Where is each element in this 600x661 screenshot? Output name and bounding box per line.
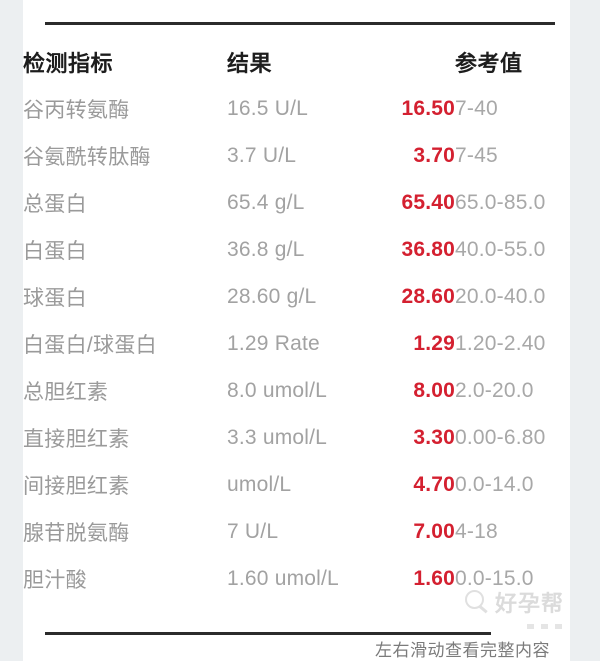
test-name-cell: 总胆红素 [23, 380, 109, 404]
reference-range-cell: 1.20-2.40 [455, 331, 546, 355]
column-header-spacer [383, 38, 455, 85]
reference-range-cell: 20.0-40.0 [455, 284, 546, 308]
test-result-cell: 3.7 U/L [227, 143, 297, 167]
test-value-cell: 3.70 [413, 143, 455, 167]
table-row: 胆汁酸 1.60 umol/L 1.60 0.0-15.0 [23, 555, 570, 602]
test-value-cell: 1.60 [413, 566, 455, 590]
table-row: 谷丙转氨酶 16.5 U/L 16.50 7-40 [23, 85, 570, 132]
swipe-hint-text: 左右滑动查看完整内容 [375, 641, 550, 660]
test-result-cell: 16.5 U/L [227, 96, 308, 120]
reference-range-cell: 4-18 [455, 519, 498, 543]
table-row: 谷氨酰转肽酶 3.7 U/L 3.70 7-45 [23, 132, 570, 179]
test-name-cell: 白蛋白/球蛋白 [23, 333, 157, 357]
reference-range-cell: 0.0-15.0 [455, 566, 534, 590]
table-row: 总蛋白 65.4 g/L 65.40 65.0-85.0 [23, 179, 570, 226]
reference-range-cell: 7-45 [455, 143, 498, 167]
table-header-row: 检测指标 结果 参考值 [23, 38, 570, 85]
column-header-indicator: 检测指标 [23, 50, 114, 76]
test-name-cell: 腺苷脱氨酶 [23, 521, 130, 545]
test-value-cell: 1.29 [413, 331, 455, 355]
reference-range-cell: 7-40 [455, 96, 498, 120]
test-result-cell: 1.60 umol/L [227, 566, 339, 590]
report-card: 检测指标 结果 参考值 谷丙转氨酶 16.5 U/L 16.50 7-40 谷氨酰转肽酶… [23, 0, 570, 661]
table-row: 白蛋白/球蛋白 1.29 Rate 1.29 1.20-2.40 [23, 320, 570, 367]
reference-range-cell: 0.0-14.0 [455, 472, 534, 496]
test-result-cell: 1.29 Rate [227, 331, 320, 355]
test-name-cell: 球蛋白 [23, 286, 87, 310]
test-result-cell: 36.8 g/L [227, 237, 305, 261]
test-name-cell: 间接胆红素 [23, 474, 130, 498]
test-name-cell: 胆汁酸 [23, 568, 87, 592]
test-value-cell: 8.00 [413, 378, 455, 402]
test-value-cell: 28.60 [401, 284, 455, 308]
table-body: 谷丙转氨酶 16.5 U/L 16.50 7-40 谷氨酰转肽酶 3.7 U/L 3.70 7… [23, 85, 570, 602]
screenshot-root: 检测指标 结果 参考值 谷丙转氨酶 16.5 U/L 16.50 7-40 谷氨酰转肽酶… [0, 0, 600, 661]
reference-range-cell: 65.0-85.0 [455, 190, 546, 214]
lab-results-table: 检测指标 结果 参考值 谷丙转氨酶 16.5 U/L 16.50 7-40 谷氨酰转肽酶… [23, 38, 570, 602]
test-value-cell: 3.30 [413, 425, 455, 449]
test-result-cell: 28.60 g/L [227, 284, 317, 308]
test-name-cell: 直接胆红素 [23, 427, 130, 451]
test-value-cell: 4.70 [413, 472, 455, 496]
table-bottom-rule [45, 632, 491, 635]
test-result-cell: 8.0 umol/L [227, 378, 328, 402]
reference-range-cell: 2.0-20.0 [455, 378, 534, 402]
table-row: 直接胆红素 3.3 umol/L 3.30 0.00-6.80 [23, 414, 570, 461]
table-header: 检测指标 结果 参考值 [23, 38, 570, 85]
table-row: 白蛋白 36.8 g/L 36.80 40.0-55.0 [23, 226, 570, 273]
test-name-cell: 白蛋白 [23, 239, 87, 263]
table-row: 总胆红素 8.0 umol/L 8.00 2.0-20.0 [23, 367, 570, 414]
table-row: 间接胆红素 umol/L 4.70 0.0-14.0 [23, 461, 570, 508]
test-value-cell: 7.00 [413, 519, 455, 543]
test-result-cell: 7 U/L [227, 519, 279, 543]
table-row: 腺苷脱氨酶 7 U/L 7.00 4-18 [23, 508, 570, 555]
test-value-cell: 16.50 [401, 96, 455, 120]
column-header-reference: 参考值 [455, 50, 523, 76]
watermark-dots [527, 624, 562, 629]
reference-range-cell: 0.00-6.80 [455, 425, 546, 449]
column-header-result: 结果 [227, 50, 273, 76]
test-name-cell: 谷氨酰转肽酶 [23, 145, 151, 169]
table-top-rule [45, 22, 555, 25]
reference-range-cell: 40.0-55.0 [455, 237, 546, 261]
test-result-cell: 3.3 umol/L [227, 425, 328, 449]
test-name-cell: 总蛋白 [23, 192, 87, 216]
test-result-cell: 65.4 g/L [227, 190, 305, 214]
test-value-cell: 36.80 [401, 237, 455, 261]
test-name-cell: 谷丙转氨酶 [23, 98, 130, 122]
test-value-cell: 65.40 [401, 190, 455, 214]
test-result-cell: umol/L [227, 472, 292, 496]
table-row: 球蛋白 28.60 g/L 28.60 20.0-40.0 [23, 273, 570, 320]
